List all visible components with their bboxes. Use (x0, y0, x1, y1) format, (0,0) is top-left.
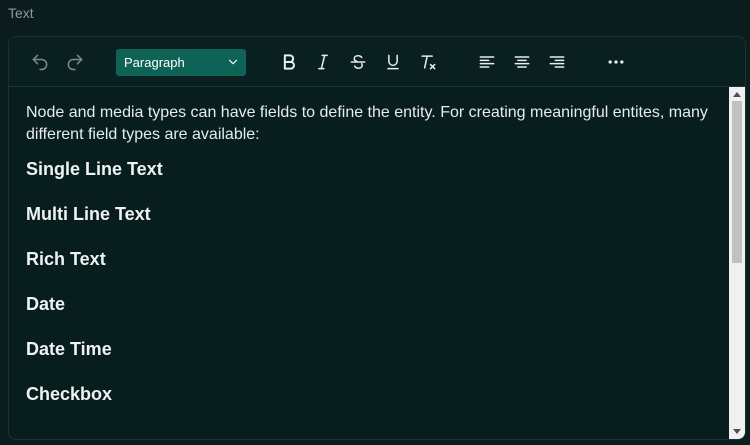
caret-up-icon (733, 92, 741, 97)
strikethrough-button[interactable] (347, 51, 369, 73)
clear-formatting-icon (421, 55, 436, 70)
heading-date: Date (26, 294, 66, 314)
undo-button[interactable] (29, 51, 51, 73)
chevron-down-icon (228, 59, 238, 65)
heading-rich-text: Rich Text (26, 249, 106, 269)
align-right-button[interactable] (546, 51, 568, 73)
align-right-icon (549, 56, 565, 68)
align-left-button[interactable] (476, 51, 498, 73)
italic-button[interactable] (312, 51, 334, 73)
heading-checkbox: Checkbox (26, 384, 113, 404)
rich-text-editor: Paragraph Node and media types can have … (8, 36, 746, 440)
align-left-icon (479, 56, 495, 68)
scroll-up-arrow[interactable] (729, 87, 745, 101)
heading-date-time: Date Time (26, 339, 112, 359)
vertical-scrollbar[interactable] (729, 87, 745, 439)
heading-multi-line-text: Multi Line Text (26, 204, 151, 224)
underline-icon (387, 54, 399, 70)
caret-down-icon (733, 429, 741, 434)
intro-paragraph: Node and media types can have fields to … (26, 104, 708, 143)
scroll-down-arrow[interactable] (729, 425, 745, 439)
editor-content[interactable]: Node and media types can have fields to … (9, 87, 729, 439)
undo-icon (32, 54, 48, 71)
bold-button[interactable] (278, 51, 300, 73)
align-center-button[interactable] (511, 51, 533, 73)
heading-single-line-text: Single Line Text (26, 159, 163, 179)
redo-button[interactable] (64, 51, 86, 73)
more-icon (608, 60, 624, 64)
strikethrough-icon (350, 54, 366, 70)
italic-icon (318, 54, 328, 70)
underline-button[interactable] (382, 51, 404, 73)
field-label: Text (8, 5, 34, 21)
scrollbar-thumb[interactable] (732, 101, 742, 263)
bold-icon (283, 54, 295, 70)
block-format-value: Paragraph (124, 55, 185, 70)
editor-toolbar: Paragraph (9, 37, 745, 87)
align-center-icon (514, 56, 530, 68)
redo-icon (67, 54, 83, 71)
more-button[interactable] (605, 51, 627, 73)
clear-formatting-button[interactable] (417, 51, 439, 73)
block-format-select[interactable]: Paragraph (116, 49, 246, 76)
